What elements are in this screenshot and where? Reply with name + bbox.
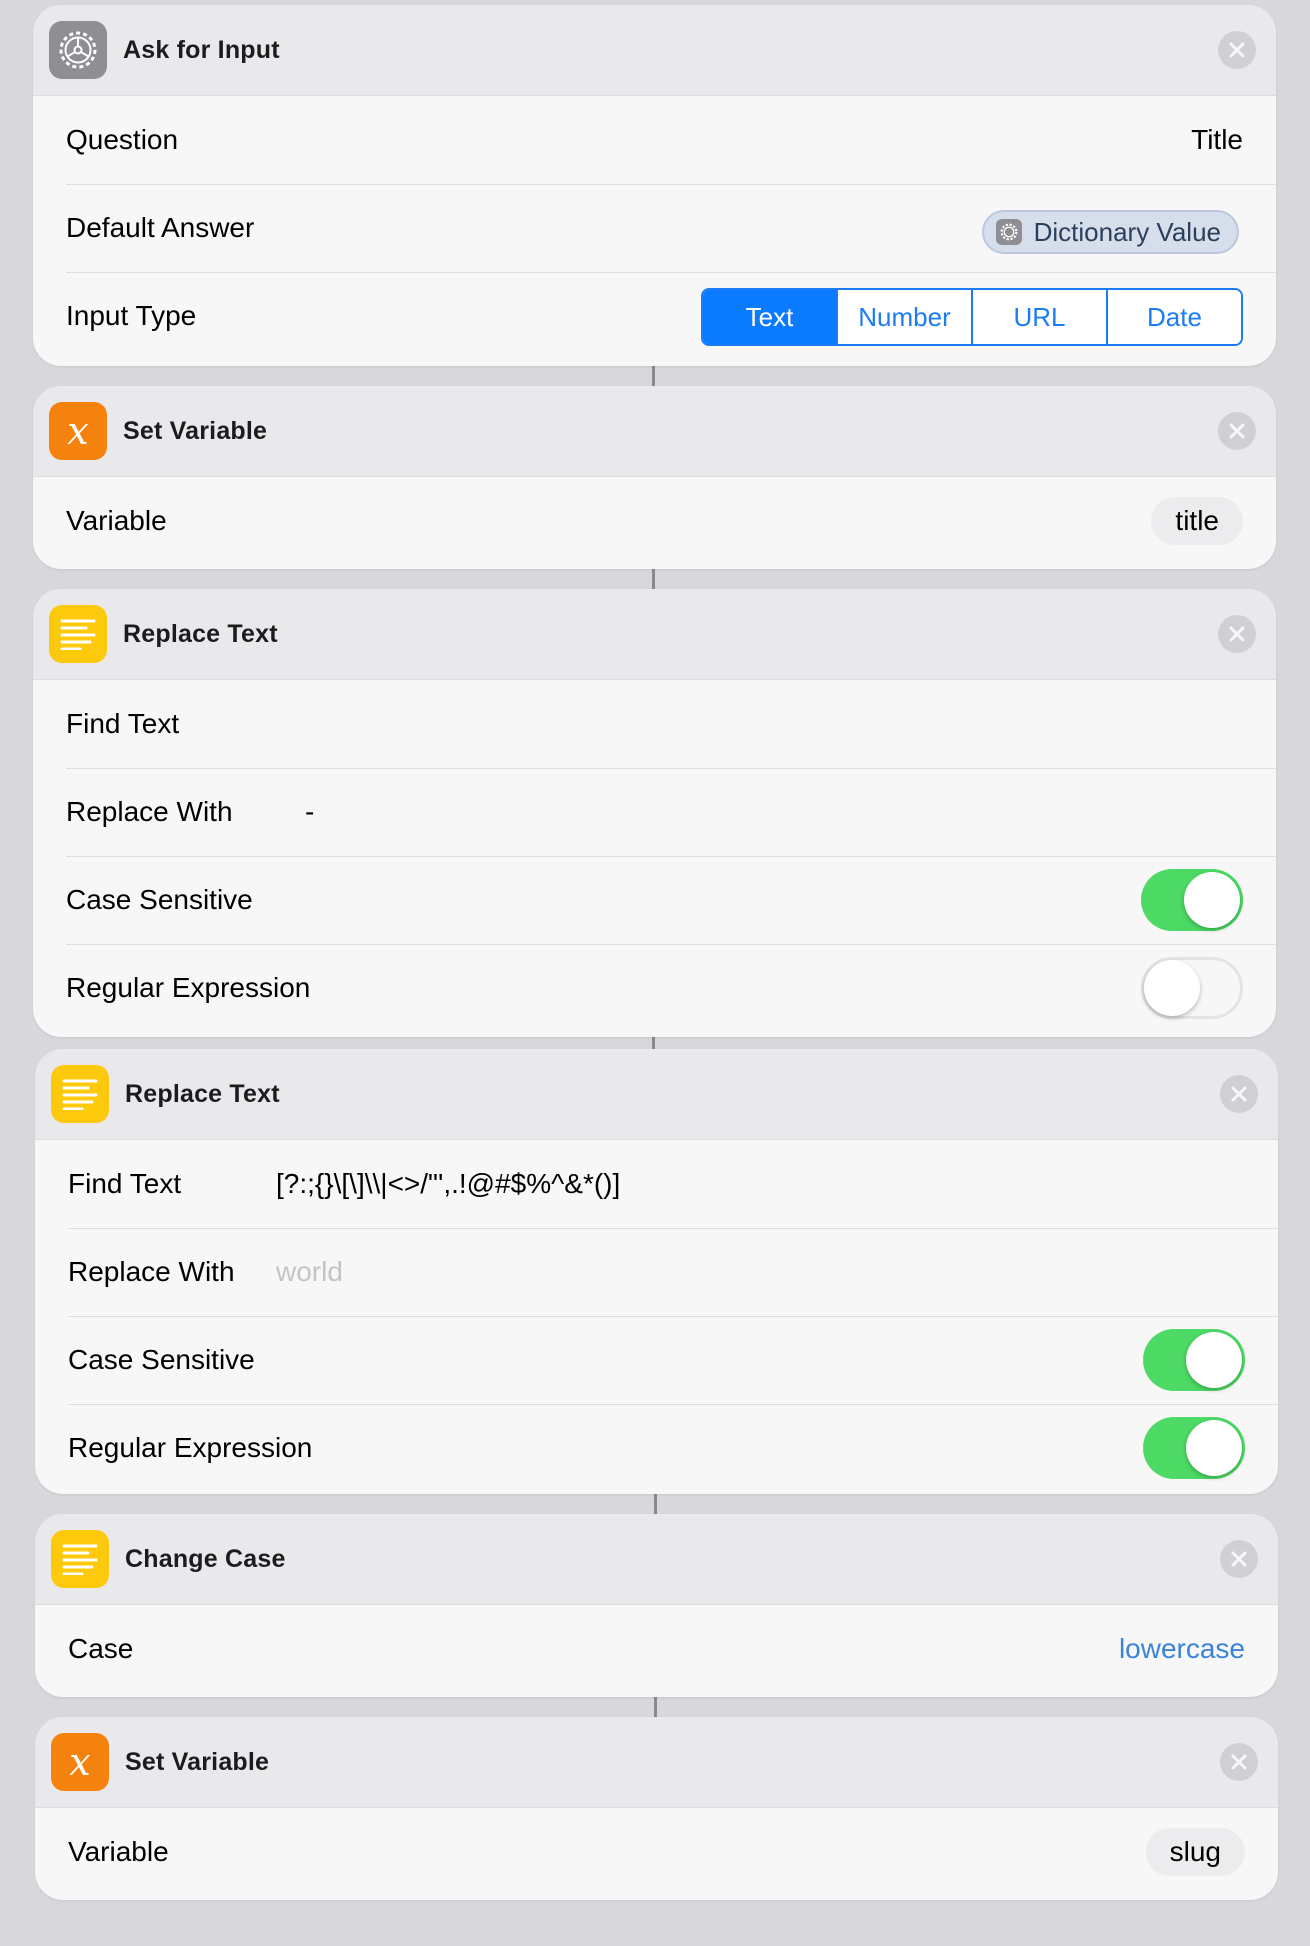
text-icon <box>51 1530 109 1588</box>
input-type-segmented-control[interactable]: Text Number URL Date <box>701 288 1243 346</box>
action-header[interactable]: Change Case <box>35 1514 1278 1605</box>
action-card-set-variable[interactable]: x Set Variable Variable title <box>33 386 1276 569</box>
replace-with-label: Replace With <box>68 1256 235 1287</box>
replace-with-row[interactable]: Replace With - <box>33 768 1276 856</box>
flow-connector <box>654 1494 657 1514</box>
action-header[interactable]: Replace Text <box>33 589 1276 680</box>
replace-with-row[interactable]: Replace With world <box>35 1228 1278 1316</box>
close-icon[interactable] <box>1218 31 1256 69</box>
action-header[interactable]: x Set Variable <box>33 386 1276 477</box>
action-title: Replace Text <box>123 619 278 648</box>
replace-with-label: Replace With <box>66 796 233 827</box>
find-text-row[interactable]: Find Text [?:;{}\[\]\\|<>/"',.!@#$%^&*()… <box>35 1140 1278 1228</box>
case-row[interactable]: Case lowercase <box>35 1605 1278 1693</box>
input-type-label: Input Type <box>66 300 197 331</box>
case-sensitive-toggle[interactable] <box>1141 869 1243 931</box>
find-text-row[interactable]: Find Text <box>33 680 1276 768</box>
flow-connector <box>652 1037 655 1049</box>
case-sensitive-label: Case Sensitive <box>66 884 253 915</box>
question-row[interactable]: Question Title <box>33 96 1276 184</box>
flow-connector <box>652 569 655 589</box>
find-text-field[interactable]: [?:;{}\[\]\\|<>/"',.!@#$%^&*()] <box>276 1168 620 1200</box>
variable-label: Variable <box>66 505 167 536</box>
gear-icon <box>995 219 1022 245</box>
default-answer-label: Default Answer <box>66 212 255 243</box>
flow-connector <box>654 1697 657 1717</box>
case-label: Case <box>68 1633 134 1664</box>
find-text-label: Find Text <box>68 1168 182 1199</box>
replace-with-field[interactable]: world <box>276 1256 343 1288</box>
action-header[interactable]: Ask for Input <box>33 5 1276 96</box>
variable-row[interactable]: Variable title <box>33 477 1276 565</box>
action-card-ask-for-input[interactable]: Ask for Input Question Title Default Ans… <box>33 5 1276 366</box>
action-header[interactable]: Replace Text <box>35 1049 1278 1140</box>
text-icon <box>51 1065 109 1123</box>
case-value-picker[interactable]: lowercase <box>1119 1633 1245 1665</box>
action-header[interactable]: x Set Variable <box>35 1717 1278 1808</box>
action-title: Ask for Input <box>123 35 280 64</box>
case-sensitive-label: Case Sensitive <box>68 1344 255 1375</box>
question-label: Question <box>66 124 179 155</box>
close-icon[interactable] <box>1220 1075 1258 1113</box>
action-title: Set Variable <box>123 416 268 445</box>
action-card-set-variable-slug[interactable]: x Set Variable Variable slug <box>35 1717 1278 1900</box>
text-icon <box>49 605 107 663</box>
case-sensitive-toggle[interactable] <box>1143 1329 1245 1391</box>
close-icon[interactable] <box>1218 615 1256 653</box>
regular-expression-row: Regular Expression <box>33 944 1276 1032</box>
close-icon[interactable] <box>1220 1540 1258 1578</box>
variable-icon: x <box>49 402 107 460</box>
segment-date[interactable]: Date <box>1106 290 1241 344</box>
find-text-label: Find Text <box>66 708 180 739</box>
toggle-knob <box>1186 1332 1242 1388</box>
action-card-replace-text-regex[interactable]: Replace Text Find Text [?:;{}\[\]\\|<>/"… <box>35 1049 1278 1494</box>
action-title: Change Case <box>125 1544 286 1573</box>
case-sensitive-row: Case Sensitive <box>33 856 1276 944</box>
action-title: Set Variable <box>125 1747 270 1776</box>
variable-name-pill[interactable]: slug <box>1145 1828 1245 1876</box>
toggle-knob <box>1184 872 1240 928</box>
segment-text[interactable]: Text <box>703 290 836 344</box>
close-icon[interactable] <box>1218 412 1256 450</box>
regular-expression-toggle[interactable] <box>1141 957 1243 1019</box>
flow-connector <box>652 366 655 386</box>
input-type-row: Input Type Text Number URL Date <box>33 272 1276 360</box>
dictionary-value-token[interactable]: Dictionary Value <box>981 210 1239 254</box>
replace-with-field[interactable]: - <box>305 796 314 828</box>
toggle-knob <box>1144 960 1200 1016</box>
default-answer-row[interactable]: Default Answer Dictionary Value <box>33 184 1276 272</box>
regular-expression-toggle[interactable] <box>1143 1417 1245 1479</box>
toggle-knob <box>1186 1420 1242 1476</box>
regular-expression-row: Regular Expression <box>35 1404 1278 1492</box>
gear-icon <box>49 21 107 79</box>
variable-name-pill[interactable]: title <box>1151 497 1243 545</box>
case-sensitive-row: Case Sensitive <box>35 1316 1278 1404</box>
close-icon[interactable] <box>1220 1743 1258 1781</box>
variable-icon: x <box>51 1733 109 1791</box>
regular-expression-label: Regular Expression <box>68 1432 313 1463</box>
action-title: Replace Text <box>125 1079 280 1108</box>
segment-url[interactable]: URL <box>971 290 1106 344</box>
dictionary-value-label: Dictionary Value <box>1033 216 1221 247</box>
segment-number[interactable]: Number <box>836 290 971 344</box>
question-value[interactable]: Title <box>1191 124 1243 156</box>
action-card-change-case[interactable]: Change Case Case lowercase <box>35 1514 1278 1697</box>
variable-label: Variable <box>68 1836 169 1867</box>
action-card-replace-text[interactable]: Replace Text Find Text Replace With - Ca… <box>33 589 1276 1037</box>
regular-expression-label: Regular Expression <box>66 972 311 1003</box>
variable-row[interactable]: Variable slug <box>35 1808 1278 1896</box>
